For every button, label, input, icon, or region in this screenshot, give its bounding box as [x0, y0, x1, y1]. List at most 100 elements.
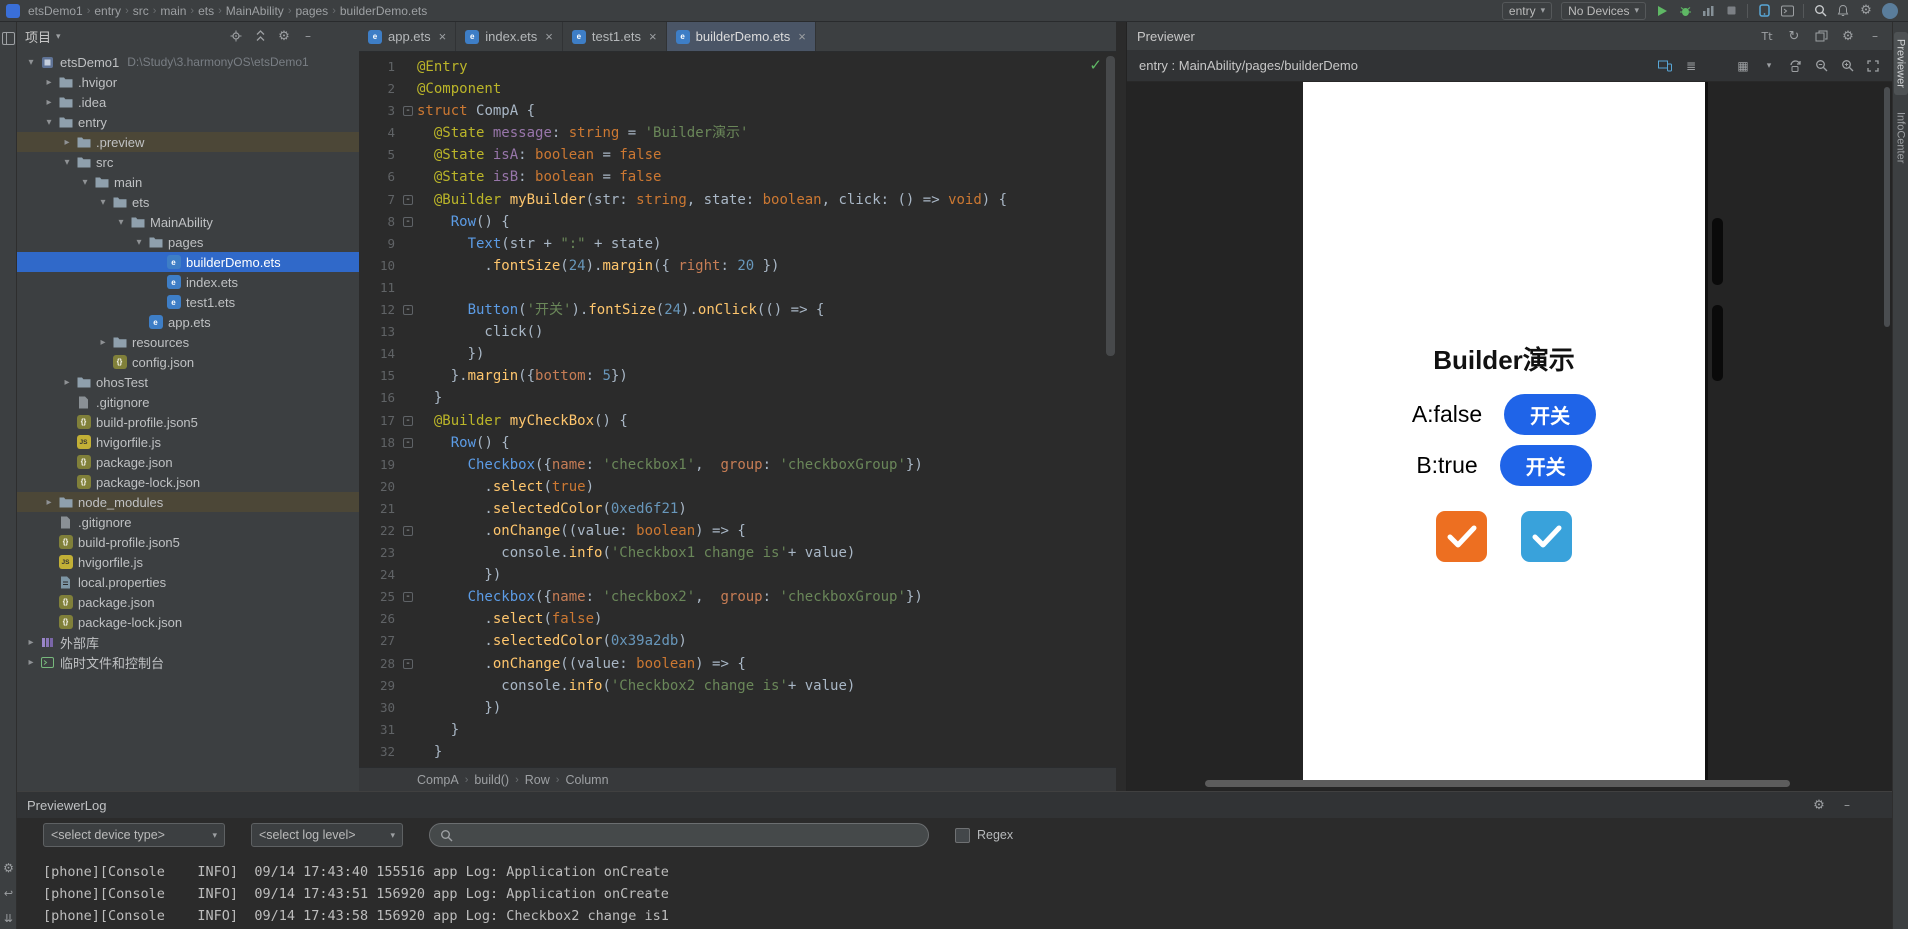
debug-icon[interactable]	[1678, 3, 1692, 19]
chevron-right-icon[interactable]: ▸	[23, 657, 39, 668]
close-tab-icon[interactable]: ×	[649, 29, 657, 44]
component-tree-icon[interactable]: ≣	[1684, 58, 1698, 74]
log-search-input[interactable]	[460, 828, 918, 842]
breadcrumb-item[interactable]: MainAbility	[226, 4, 284, 18]
app-logo-icon[interactable]	[6, 4, 20, 18]
tree-item[interactable]: ▾main	[17, 172, 359, 192]
breadcrumb-item[interactable]: main	[160, 4, 186, 18]
tree-item[interactable]: {}build-profile.json5	[17, 532, 359, 552]
log-panel-title[interactable]: PreviewerLog	[27, 798, 107, 813]
tree-item[interactable]: JShvigorfile.js	[17, 432, 359, 452]
soft-wrap-icon[interactable]: ↩	[2, 885, 16, 901]
chevron-right-icon[interactable]: ▸	[41, 97, 57, 108]
tree-item[interactable]: ▸临时文件和控制台	[17, 652, 359, 672]
tree-item[interactable]: {}config.json	[17, 352, 359, 372]
editor-tab[interactable]: etest1.ets×	[563, 22, 667, 51]
chevron-right-icon[interactable]: ▸	[23, 637, 39, 648]
editor-breadcrumb-item[interactable]: CompA	[417, 773, 459, 787]
search-icon[interactable]	[1813, 3, 1827, 19]
editor-breadcrumb-item[interactable]: Column	[565, 773, 608, 787]
tree-item[interactable]: {}package.json	[17, 592, 359, 612]
editor-tab[interactable]: eapp.ets×	[359, 22, 456, 51]
log-output[interactable]: [phone][Console INFO] 09/14 17:43:40 155…	[17, 852, 1892, 929]
previewer-hscrollbar[interactable]	[1205, 780, 1790, 787]
close-tab-icon[interactable]: ×	[798, 29, 806, 44]
breadcrumb-item[interactable]: ets	[198, 4, 214, 18]
tree-item[interactable]: ▸.idea	[17, 92, 359, 112]
project-tool-icon[interactable]	[2, 30, 16, 46]
chevron-down-icon[interactable]: ▾	[59, 157, 75, 168]
device-type-filter[interactable]: <select device type> ▾	[43, 823, 225, 847]
run-config-selector[interactable]: entry ▾	[1502, 2, 1552, 20]
tree-item[interactable]: ▾MainAbility	[17, 212, 359, 232]
editor-tab[interactable]: ebuilderDemo.ets×	[667, 22, 816, 51]
chevron-down-icon[interactable]: ▾	[77, 177, 93, 188]
log-search-box[interactable]	[429, 823, 929, 847]
tree-item[interactable]: etest1.ets	[17, 292, 359, 312]
checkbox2[interactable]	[1521, 511, 1572, 562]
fold-icon[interactable]: -	[399, 520, 417, 542]
hide-previewer-icon[interactable]: –	[1868, 28, 1882, 44]
text-zoom-icon[interactable]: Tt	[1760, 28, 1774, 44]
tree-item[interactable]: ▾src	[17, 152, 359, 172]
tree-item[interactable]: ▸外部库	[17, 632, 359, 652]
locate-file-icon[interactable]	[229, 28, 243, 44]
tool-window-tab-previewer[interactable]: Previewer	[1894, 32, 1908, 95]
close-tab-icon[interactable]: ×	[545, 29, 553, 44]
chevron-right-icon[interactable]: ▸	[95, 337, 111, 348]
chevron-down-icon[interactable]: ▾	[113, 217, 129, 228]
fit-screen-icon[interactable]	[1866, 58, 1880, 74]
tree-item[interactable]: {}package-lock.json	[17, 612, 359, 632]
profiler-icon[interactable]	[1701, 3, 1715, 19]
tree-item[interactable]: ▸resources	[17, 332, 359, 352]
tree-item[interactable]: ▾ets	[17, 192, 359, 212]
breadcrumb-item[interactable]: pages	[295, 4, 328, 18]
chevron-right-icon[interactable]: ▸	[59, 137, 75, 148]
breadcrumb-item[interactable]: entry	[94, 4, 121, 18]
scroll-to-end-icon[interactable]: ⇊	[2, 910, 16, 926]
fold-icon[interactable]: -	[399, 432, 417, 454]
chevron-down-icon[interactable]: ▾	[56, 31, 61, 42]
editor-breadcrumb-item[interactable]: Row	[525, 773, 550, 787]
log-settings-icon[interactable]: ⚙	[2, 860, 16, 876]
chevron-right-icon[interactable]: ▸	[59, 377, 75, 388]
play-icon[interactable]	[1655, 3, 1669, 19]
tree-item[interactable]: JShvigorfile.js	[17, 552, 359, 572]
terminal-icon[interactable]	[1780, 3, 1794, 19]
multi-device-icon[interactable]	[1658, 58, 1672, 74]
notifications-icon[interactable]	[1836, 3, 1850, 19]
tree-item[interactable]: ▾entry	[17, 112, 359, 132]
chevron-down-icon[interactable]: ▾	[23, 57, 39, 68]
editor-scrollbar[interactable]	[1106, 56, 1115, 356]
fold-icon[interactable]: -	[399, 189, 417, 211]
zoom-out-icon[interactable]	[1814, 58, 1828, 74]
avatar[interactable]	[1882, 3, 1898, 19]
fold-icon[interactable]: -	[399, 299, 417, 321]
tree-item[interactable]: ▸ohosTest	[17, 372, 359, 392]
tree-item[interactable]: local.properties	[17, 572, 359, 592]
tree-item[interactable]: ▸.preview	[17, 132, 359, 152]
chevron-right-icon[interactable]: ▸	[41, 77, 57, 88]
regex-checkbox[interactable]	[955, 828, 970, 843]
device-manager-icon[interactable]	[1757, 3, 1771, 19]
chevron-down-icon[interactable]: ▾	[131, 237, 147, 248]
tree-item[interactable]: ebuilderDemo.ets	[17, 252, 359, 272]
breadcrumb-item[interactable]: src	[133, 4, 149, 18]
device-selector[interactable]: No Devices ▾	[1561, 2, 1646, 20]
tree-item[interactable]: {}build-profile.json5	[17, 412, 359, 432]
fold-icon[interactable]: -	[399, 410, 417, 432]
fold-icon[interactable]: -	[399, 100, 417, 122]
editor-breadcrumb-item[interactable]: build()	[474, 773, 509, 787]
tree-item[interactable]: eapp.ets	[17, 312, 359, 332]
close-tab-icon[interactable]: ×	[439, 29, 447, 44]
stop-icon[interactable]	[1724, 3, 1738, 19]
fold-icon[interactable]: -	[399, 586, 417, 608]
toggle-button-a[interactable]: 开关	[1504, 394, 1596, 435]
tree-item[interactable]: {}package.json	[17, 452, 359, 472]
editor-tab[interactable]: eindex.ets×	[456, 22, 563, 51]
tree-item[interactable]: .gitignore	[17, 512, 359, 532]
breadcrumb-item[interactable]: builderDemo.ets	[340, 4, 427, 18]
fold-icon[interactable]: -	[399, 211, 417, 233]
log-level-filter[interactable]: <select log level> ▾	[251, 823, 403, 847]
toggle-button-b[interactable]: 开关	[1500, 445, 1592, 486]
